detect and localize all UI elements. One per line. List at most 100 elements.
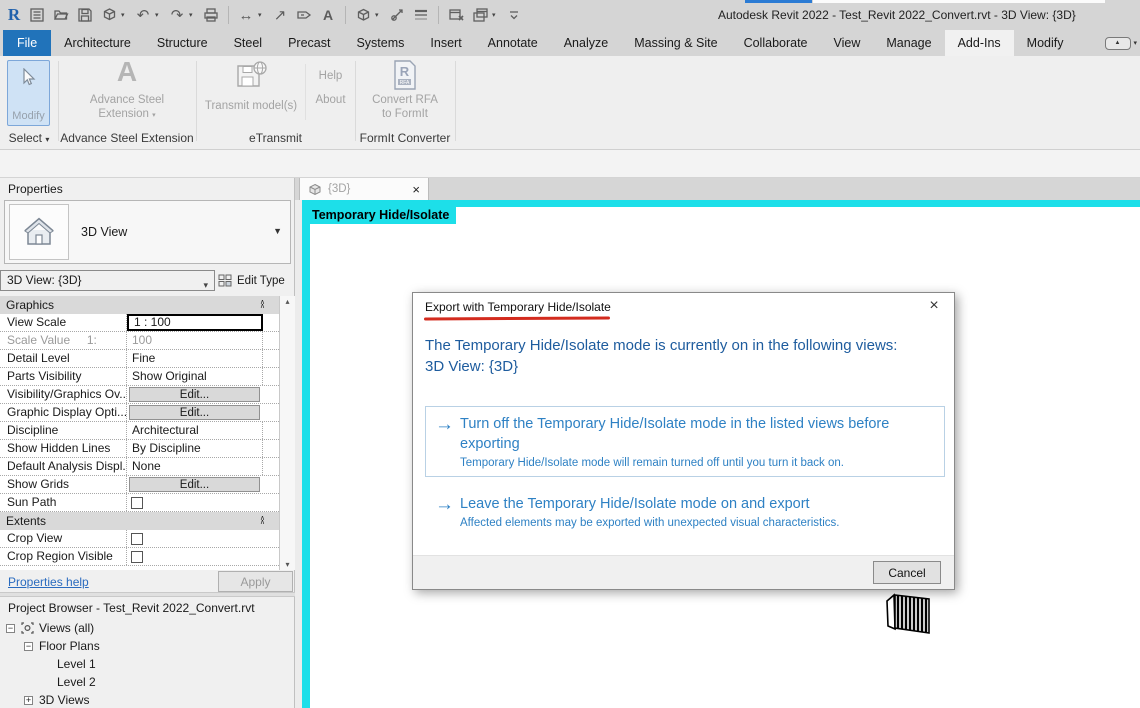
checkbox[interactable] bbox=[131, 550, 143, 563]
convert-rfa-button[interactable]: R RFA Convert RFA to FormIt bbox=[355, 56, 455, 128]
formit-panel-label: FormIt Converter bbox=[359, 131, 451, 145]
dialog-close-icon[interactable]: × bbox=[924, 297, 944, 315]
type-selector[interactable]: 3D View ▼ bbox=[4, 200, 291, 264]
synchronize-icon[interactable] bbox=[99, 4, 119, 26]
dialog-option-text: Leave the Temporary Hide/Isolate mode on… bbox=[460, 494, 839, 529]
undo-icon[interactable]: ↶ bbox=[133, 4, 153, 26]
value-input[interactable]: 1 : 100 bbox=[127, 314, 263, 331]
instance-selector[interactable]: 3D View: {3D} ▾ bbox=[0, 270, 215, 291]
ribbon-tab-precast[interactable]: Precast bbox=[275, 30, 343, 56]
scroll-down-icon[interactable]: ▾ bbox=[280, 560, 295, 569]
tree-item-level-2[interactable]: Level 2 bbox=[0, 673, 295, 691]
edit-button[interactable]: Edit... bbox=[129, 387, 260, 402]
redo-dropdown-icon[interactable]: ▾ bbox=[189, 11, 197, 19]
properties-help-link[interactable]: Properties help bbox=[8, 575, 89, 589]
edit-type-button[interactable]: Edit Type bbox=[218, 270, 295, 291]
property-value bbox=[143, 494, 263, 511]
property-group-extents[interactable]: Extents ∧ ∧ bbox=[0, 512, 279, 530]
open-icon[interactable] bbox=[51, 4, 71, 26]
panel-divider[interactable] bbox=[0, 592, 295, 597]
property-value[interactable]: By Discipline bbox=[127, 440, 263, 457]
save-icon[interactable] bbox=[75, 4, 95, 26]
collapse-chevron-icon[interactable]: ∧ ∧ bbox=[260, 515, 279, 526]
toolbar-separator bbox=[228, 6, 229, 24]
minimize-ribbon-button[interactable]: ▲ bbox=[1104, 36, 1131, 50]
about-button[interactable]: About bbox=[306, 94, 355, 106]
ribbon-tab-systems[interactable]: Systems bbox=[343, 30, 417, 56]
ribbon-tab-massing-site[interactable]: Massing & Site bbox=[621, 30, 730, 56]
tree-item-views-all[interactable]: − Views (all) bbox=[0, 619, 295, 637]
dialog-message-line1: The Temporary Hide/Isolate mode is curre… bbox=[425, 337, 898, 354]
ribbon-tab-manage[interactable]: Manage bbox=[873, 30, 944, 56]
ribbon-tab-insert[interactable]: Insert bbox=[417, 30, 474, 56]
property-value[interactable]: Show Original bbox=[127, 368, 263, 385]
expand-icon[interactable]: + bbox=[24, 695, 33, 705]
tree-item-3d-views[interactable]: +3D Views bbox=[0, 691, 295, 708]
synchronize-dropdown-icon[interactable]: ▾ bbox=[121, 11, 129, 19]
edit-button[interactable]: Edit... bbox=[129, 405, 260, 420]
checkbox[interactable] bbox=[131, 496, 143, 509]
ribbon-tab-add-ins[interactable]: Add-Ins bbox=[944, 30, 1014, 56]
ribbon-tab-view[interactable]: View bbox=[821, 30, 874, 56]
transmit-models-button[interactable]: Transmit model(s) bbox=[198, 56, 304, 128]
dialog-option-2[interactable]: → Leave the Temporary Hide/Isolate mode o… bbox=[425, 494, 945, 529]
ribbon-tab-file[interactable]: File bbox=[3, 30, 52, 56]
close-inactive-windows-icon[interactable] bbox=[446, 4, 466, 26]
ribbon-tab-collaborate[interactable]: Collaborate bbox=[731, 30, 821, 56]
default-3d-view-icon[interactable] bbox=[353, 4, 373, 26]
property-value[interactable]: Architectural bbox=[127, 422, 263, 439]
dialog-option-1[interactable]: → Turn off the Temporary Hide/Isolate mod… bbox=[425, 406, 945, 477]
property-group-graphics[interactable]: Graphics ∧ ∧ bbox=[0, 296, 279, 314]
properties-palette-icon[interactable] bbox=[27, 4, 47, 26]
view-tab-close-icon[interactable]: × bbox=[412, 183, 420, 196]
print-icon[interactable] bbox=[201, 4, 221, 26]
undo-dropdown-icon[interactable]: ▾ bbox=[155, 11, 163, 19]
tree-item-label: Level 1 bbox=[57, 657, 96, 671]
text-icon[interactable]: A bbox=[318, 4, 338, 26]
switch-windows-icon[interactable] bbox=[470, 4, 490, 26]
model-element-striped-panel[interactable] bbox=[884, 592, 934, 634]
minimize-ribbon-caret-icon[interactable]: ▾ bbox=[1134, 39, 1138, 47]
collapse-chevron-icon[interactable]: ∧ ∧ bbox=[260, 299, 279, 310]
property-label: Show Hidden Lines bbox=[0, 440, 127, 457]
property-value[interactable]: None bbox=[127, 458, 263, 475]
tag-by-category-icon[interactable] bbox=[294, 4, 314, 26]
collapse-icon[interactable]: − bbox=[24, 641, 33, 651]
property-row-parts-visibility: Parts Visibility Show Original bbox=[0, 368, 279, 386]
scroll-up-icon[interactable]: ▴ bbox=[280, 297, 295, 306]
measure-dropdown-icon[interactable]: ▾ bbox=[258, 11, 266, 19]
measure-icon[interactable]: ↔ bbox=[236, 4, 256, 26]
apply-button[interactable]: Apply bbox=[218, 571, 293, 592]
properties-scrollbar[interactable]: ▴ ▾ bbox=[279, 296, 295, 570]
customize-quick-access-toolbar-icon[interactable] bbox=[504, 4, 524, 26]
select-panel-label[interactable]: Select ▾ bbox=[0, 129, 58, 147]
property-value[interactable]: 100 bbox=[127, 332, 263, 349]
modify-button[interactable]: Modify bbox=[7, 60, 50, 126]
type-selector-caret-icon[interactable]: ▼ bbox=[273, 226, 282, 236]
ribbon-tab-structure[interactable]: Structure bbox=[144, 30, 221, 56]
property-row-sun-path: Sun Path bbox=[0, 494, 279, 512]
dialog-option-subtitle: Temporary Hide/Isolate mode will remain … bbox=[460, 457, 844, 469]
collapse-icon[interactable]: − bbox=[6, 623, 15, 633]
section-icon[interactable] bbox=[387, 4, 407, 26]
ribbon-tab-analyze[interactable]: Analyze bbox=[551, 30, 621, 56]
ribbon-tab-steel[interactable]: Steel bbox=[221, 30, 276, 56]
property-value[interactable]: Fine bbox=[127, 350, 263, 367]
tree-item-level-1[interactable]: Level 1 bbox=[0, 655, 295, 673]
aligned-dimension-icon[interactable]: ↗ bbox=[270, 4, 290, 26]
redo-icon[interactable]: ↷ bbox=[167, 4, 187, 26]
checkbox[interactable] bbox=[131, 532, 143, 545]
ribbon-tab-annotate[interactable]: Annotate bbox=[475, 30, 551, 56]
ribbon-tab-architecture[interactable]: Architecture bbox=[51, 30, 144, 56]
default-3d-view-dropdown-icon[interactable]: ▾ bbox=[375, 11, 383, 19]
panel-separator bbox=[455, 61, 456, 141]
view-tab-3d[interactable]: {3D} × bbox=[299, 178, 429, 200]
ribbon-tab-modify[interactable]: Modify bbox=[1014, 30, 1077, 56]
advance-steel-extension-button[interactable]: A Advance Steel Extension ▾ bbox=[58, 56, 196, 128]
help-button[interactable]: Help bbox=[306, 70, 355, 82]
tree-item-floor-plans[interactable]: − Floor Plans bbox=[0, 637, 295, 655]
thin-lines-icon[interactable] bbox=[411, 4, 431, 26]
cancel-button[interactable]: Cancel bbox=[873, 561, 941, 584]
switch-windows-dropdown-icon[interactable]: ▾ bbox=[492, 11, 500, 19]
edit-button[interactable]: Edit... bbox=[129, 477, 260, 492]
